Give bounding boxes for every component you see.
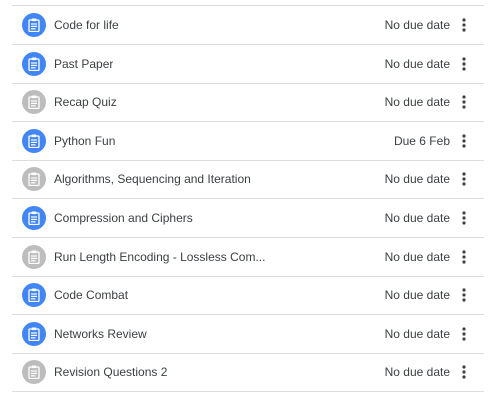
assignment-icon — [22, 321, 46, 346]
more-vert-icon[interactable] — [452, 245, 476, 269]
due-date: No due date — [384, 18, 450, 32]
assignment-icon — [22, 13, 46, 37]
due-date: No due date — [384, 288, 450, 303]
more-vert-icon[interactable] — [452, 322, 476, 346]
due-date: No due date — [384, 249, 450, 264]
list-item[interactable]: Run Length Encoding - Lossless Com... No … — [12, 238, 484, 277]
due-date: No due date — [384, 56, 450, 71]
assignment-title: Python Fun — [54, 133, 116, 148]
assignment-icon — [22, 283, 46, 308]
due-date: No due date — [384, 326, 450, 341]
assignment-icon — [22, 244, 46, 269]
more-vert-icon[interactable] — [452, 52, 476, 76]
assignment-title: Recap Quiz — [54, 95, 117, 110]
list-item[interactable]: Python Fun Due 6 Feb — [12, 122, 484, 161]
due-date: No due date — [384, 365, 450, 380]
list-item[interactable]: Networks Review No due date — [12, 315, 484, 354]
more-vert-icon[interactable] — [452, 360, 476, 384]
due-date: No due date — [384, 95, 450, 110]
assignment-title: Compression and Ciphers — [54, 211, 193, 225]
assignment-icon — [22, 128, 46, 153]
more-vert-icon[interactable] — [452, 283, 476, 307]
more-vert-icon[interactable] — [452, 206, 476, 230]
assignment-icon — [22, 90, 46, 115]
due-date: No due date — [384, 211, 450, 225]
list-item[interactable]: Recap Quiz No due date — [12, 83, 484, 123]
assignment-icon — [22, 206, 46, 230]
assignment-title: Code Combat — [54, 288, 129, 303]
more-vert-icon[interactable] — [452, 129, 476, 153]
assignment-title: Algorithms, Sequencing and Iteration — [54, 172, 251, 187]
due-date: No due date — [384, 172, 450, 187]
assignment-title: Networks Review — [54, 326, 147, 341]
list-item[interactable]: Past Paper No due date — [12, 45, 484, 84]
list-item[interactable]: Revision Questions 2 No due date — [12, 353, 484, 393]
assignment-icon — [22, 360, 46, 385]
list-item[interactable]: Code Combat No due date — [12, 276, 484, 316]
assignment-icon — [22, 167, 46, 192]
assignment-icon — [22, 51, 46, 76]
more-vert-icon[interactable] — [452, 90, 476, 114]
due-date: Due 6 Feb — [393, 133, 450, 148]
assignment-title: Code for life — [54, 18, 119, 32]
list-item[interactable]: Code for life No due date — [12, 6, 484, 45]
assignment-title: Run Length Encoding - Lossless Com... — [54, 249, 266, 264]
more-vert-icon[interactable] — [452, 13, 476, 37]
assignment-title: Past Paper — [54, 56, 114, 71]
assignment-title: Revision Questions 2 — [54, 365, 168, 380]
list-item[interactable]: Compression and Ciphers No due date — [12, 199, 484, 238]
more-vert-icon[interactable] — [452, 167, 476, 191]
list-item[interactable]: Algorithms, Sequencing and Iteration No d… — [12, 160, 484, 200]
